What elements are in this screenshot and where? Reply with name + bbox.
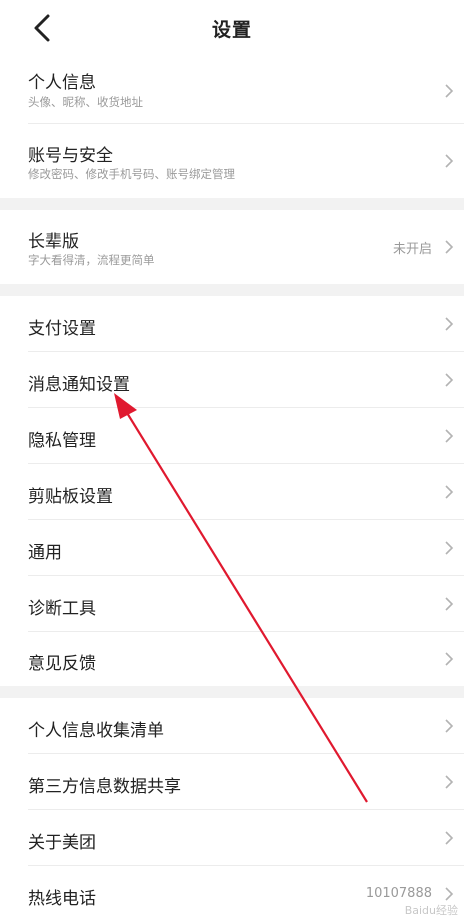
settings-item-label: 个人信息 <box>28 73 96 93</box>
settings-item-clipboard-settings[interactable]: 剪贴板设置 <box>0 464 464 520</box>
chevron-right-icon <box>445 831 454 845</box>
settings-item-third-party-sharing[interactable]: 第三方信息数据共享 <box>0 754 464 810</box>
elder-mode-status: 未开启 <box>392 242 432 257</box>
hotline-number: 10107888 <box>365 886 432 901</box>
settings-item-label: 剪贴板设置 <box>28 487 113 507</box>
section-gap <box>0 284 464 296</box>
settings-screen: 设置 个人信息 头像、昵称、收货地址 账号与安全 修改密码、修改手机号码、账号绑… <box>0 0 464 922</box>
settings-item-label: 个人信息收集清单 <box>28 721 164 741</box>
chevron-right-icon <box>445 240 454 254</box>
chevron-right-icon <box>445 652 454 666</box>
settings-item-about-meituan[interactable]: 关于美团 <box>0 810 464 866</box>
settings-item-label: 消息通知设置 <box>28 375 130 395</box>
settings-item-description: 字大看得清，流程更简单 <box>28 253 155 267</box>
chevron-right-icon <box>445 373 454 387</box>
chevron-right-icon <box>445 541 454 555</box>
settings-item-account-security[interactable]: 账号与安全 修改密码、修改手机号码、账号绑定管理 <box>0 124 464 198</box>
settings-item-personal-info[interactable]: 个人信息 头像、昵称、收货地址 <box>0 58 464 124</box>
chevron-right-icon <box>445 485 454 499</box>
settings-item-payment-settings[interactable]: 支付设置 <box>0 296 464 352</box>
settings-item-notification-settings[interactable]: 消息通知设置 <box>0 352 464 408</box>
section-gap <box>0 686 464 698</box>
settings-item-diagnostic-tools[interactable]: 诊断工具 <box>0 576 464 632</box>
settings-item-label: 长辈版 <box>28 232 79 252</box>
settings-item-privacy-management[interactable]: 隐私管理 <box>0 408 464 464</box>
settings-item-label: 意见反馈 <box>28 654 96 674</box>
settings-item-personal-info-list[interactable]: 个人信息收集清单 <box>0 698 464 754</box>
settings-item-label: 诊断工具 <box>28 599 96 619</box>
chevron-right-icon <box>445 429 454 443</box>
settings-item-label: 账号与安全 <box>28 146 113 166</box>
settings-item-label: 通用 <box>28 543 62 563</box>
settings-item-description: 修改密码、修改手机号码、账号绑定管理 <box>28 167 235 181</box>
settings-item-label: 热线电话 <box>28 889 96 909</box>
chevron-right-icon <box>445 154 454 168</box>
chevron-right-icon <box>445 84 454 98</box>
chevron-right-icon <box>445 887 454 901</box>
settings-item-label: 支付设置 <box>28 319 96 339</box>
settings-item-feedback[interactable]: 意见反馈 <box>0 632 464 686</box>
settings-item-label: 隐私管理 <box>28 431 96 451</box>
header-bar: 设置 <box>0 0 464 58</box>
watermark: Baidu经验 <box>404 904 458 917</box>
chevron-right-icon <box>445 719 454 733</box>
settings-item-general[interactable]: 通用 <box>0 520 464 576</box>
settings-item-description: 头像、昵称、收货地址 <box>28 95 143 109</box>
settings-item-label: 第三方信息数据共享 <box>28 777 181 797</box>
section-gap <box>0 198 464 210</box>
page-title: 设置 <box>211 19 252 41</box>
settings-item-hotline[interactable]: 热线电话 10107888 <box>0 866 464 922</box>
chevron-right-icon <box>445 317 454 331</box>
chevron-right-icon <box>445 597 454 611</box>
settings-item-label: 关于美团 <box>28 833 96 853</box>
chevron-right-icon <box>445 775 454 789</box>
settings-item-elder-mode[interactable]: 长辈版 字大看得清，流程更简单 未开启 <box>0 210 464 284</box>
